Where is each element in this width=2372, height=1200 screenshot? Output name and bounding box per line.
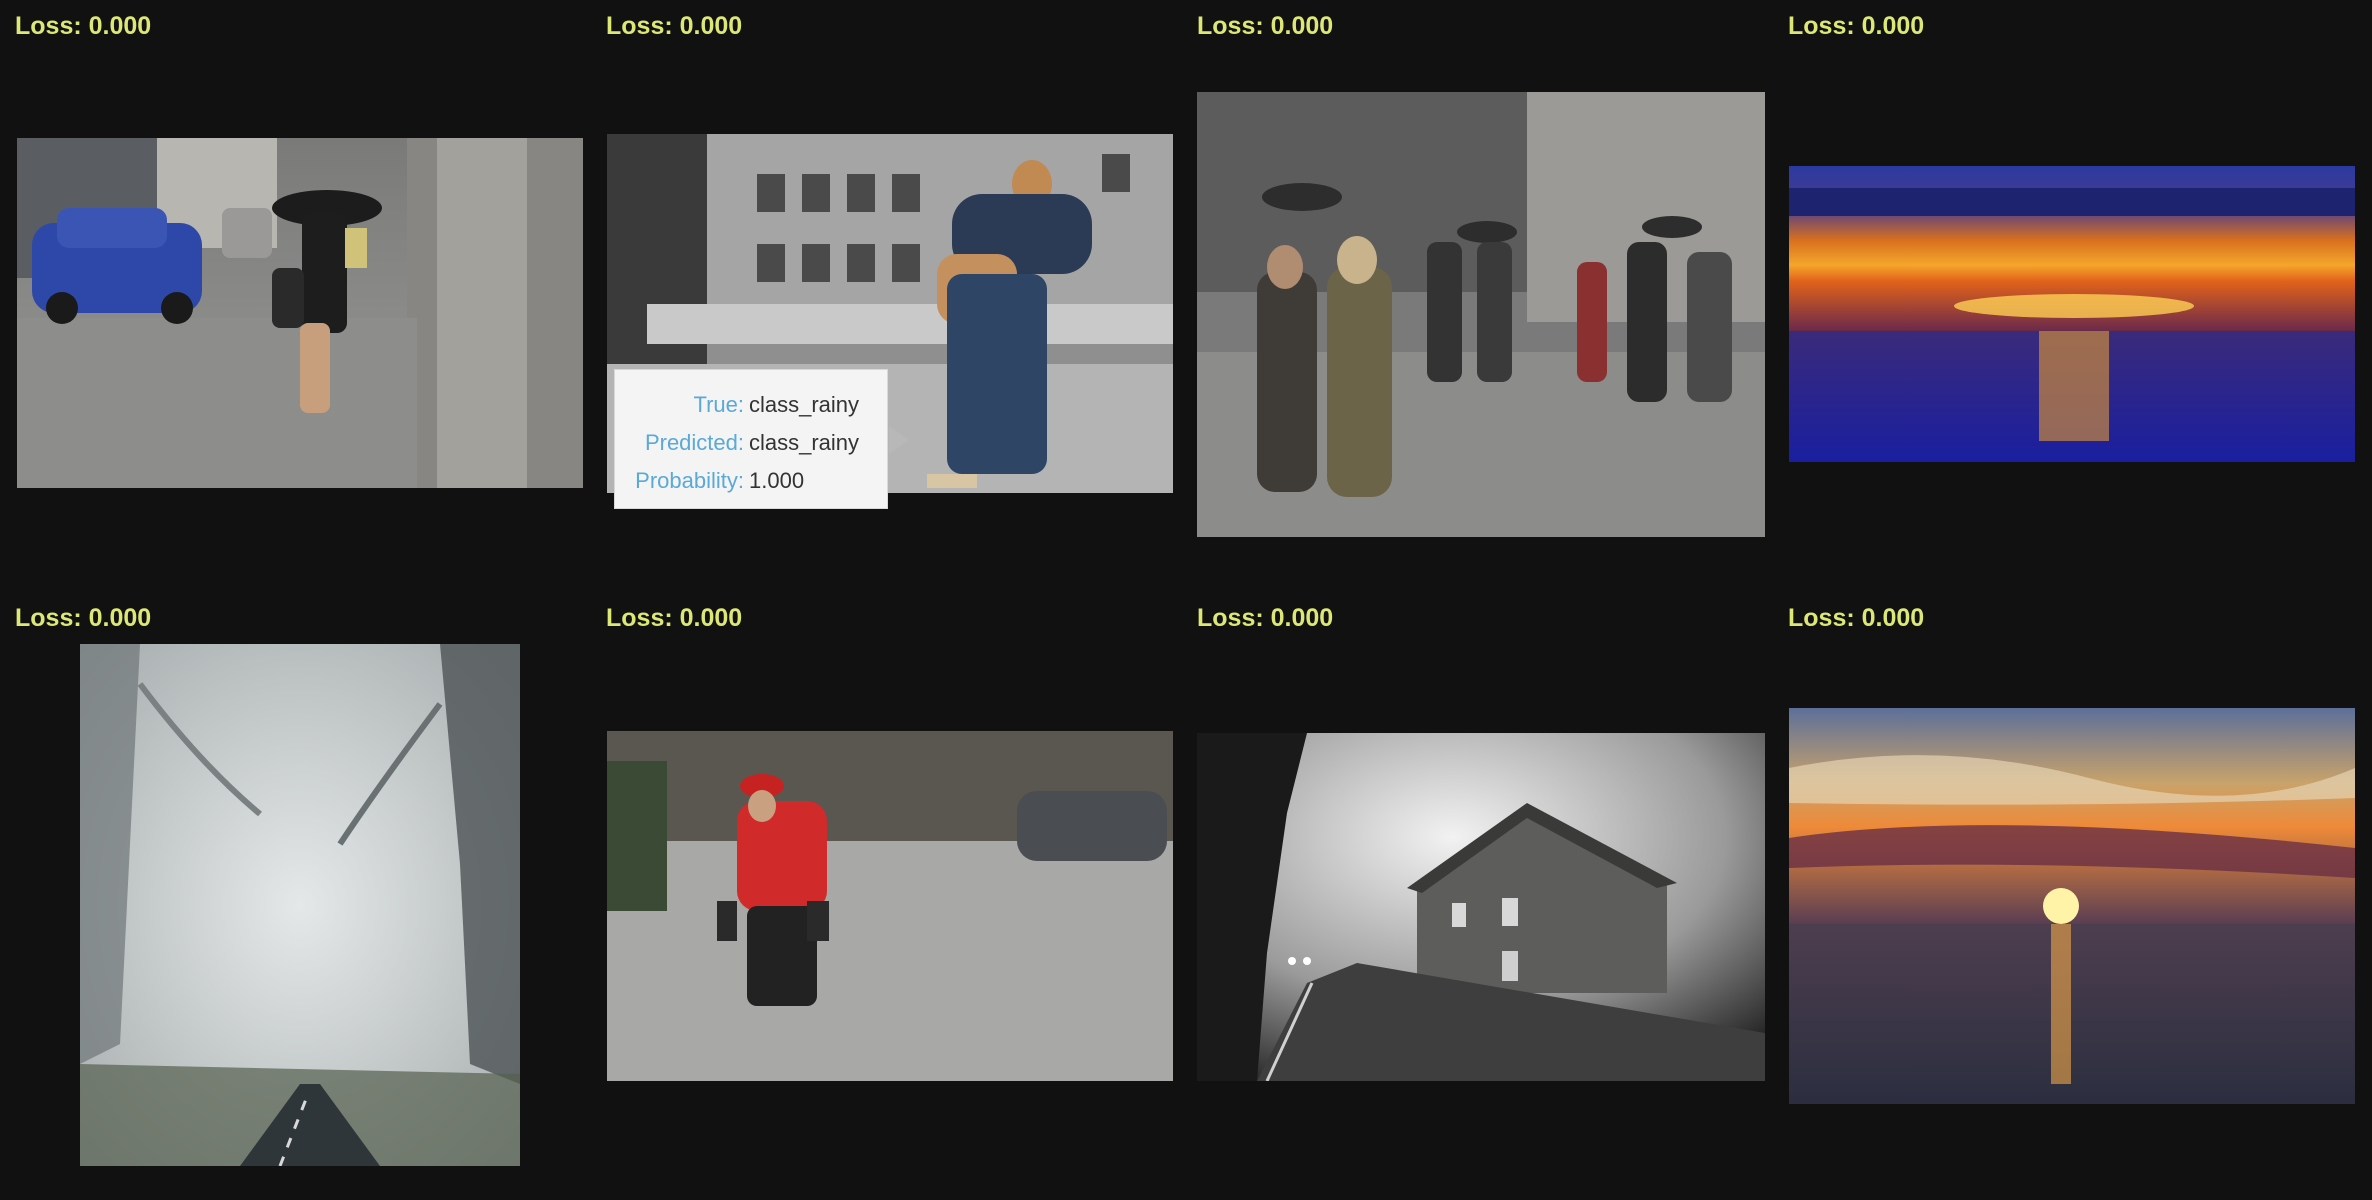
tooltip-true-key: True:	[693, 392, 744, 417]
sample-image-foggy-forest[interactable]	[80, 644, 520, 1166]
sample-image-pedestrians-rain[interactable]	[1197, 92, 1765, 537]
tooltip-arrow-icon	[889, 426, 909, 454]
sample-image-foggy-house[interactable]	[1197, 733, 1765, 1081]
loss-label: Loss: 0.000	[1197, 604, 1334, 632]
loss-label: Loss: 0.000	[15, 604, 152, 632]
grid-cell: Loss: 0.000	[1182, 0, 1773, 592]
prediction-tooltip: True: class_rainy Predicted: class_rainy…	[614, 369, 909, 509]
loss-label: Loss: 0.000	[606, 604, 743, 632]
tooltip-predicted-value: class_rainy	[749, 430, 860, 455]
tooltip-row-probability: Probability: 1.000	[615, 462, 887, 500]
loss-label: Loss: 0.000	[1788, 12, 1925, 40]
grid-cell: Loss: 0.000	[0, 0, 591, 592]
loss-label: Loss: 0.000	[1197, 12, 1334, 40]
grid-cell: Loss: 0.000	[1773, 0, 2364, 592]
grid-cell: Loss: 0.000	[1773, 592, 2364, 1184]
loss-label: Loss: 0.000	[1788, 604, 1925, 632]
tooltip-row-true: True: class_rainy	[615, 386, 887, 424]
grid-cell: Loss: 0.000	[1182, 592, 1773, 1184]
image-grid: Loss: 0.000 Loss: 0.000 Loss: 0.000 Loss…	[0, 0, 2372, 1200]
loss-label: Loss: 0.000	[15, 12, 152, 40]
grid-cell: Loss: 0.000	[591, 592, 1182, 1184]
tooltip-probability-value: 1.000	[749, 468, 805, 493]
sample-image-man-red-jacket[interactable]	[607, 731, 1173, 1081]
loss-label: Loss: 0.000	[606, 12, 743, 40]
tooltip-predicted-key: Predicted:	[644, 430, 744, 455]
tooltip-row-predicted: Predicted: class_rainy	[615, 424, 887, 462]
sample-image-sunset-clouds[interactable]	[1789, 708, 2355, 1104]
sample-image-sunset-sea[interactable]	[1789, 166, 2355, 462]
tooltip-probability-key: Probability:	[635, 468, 744, 493]
tooltip-true-value: class_rainy	[749, 392, 860, 417]
grid-cell: Loss: 0.000	[0, 592, 591, 1184]
sample-image-rainy-street[interactable]	[17, 138, 583, 488]
